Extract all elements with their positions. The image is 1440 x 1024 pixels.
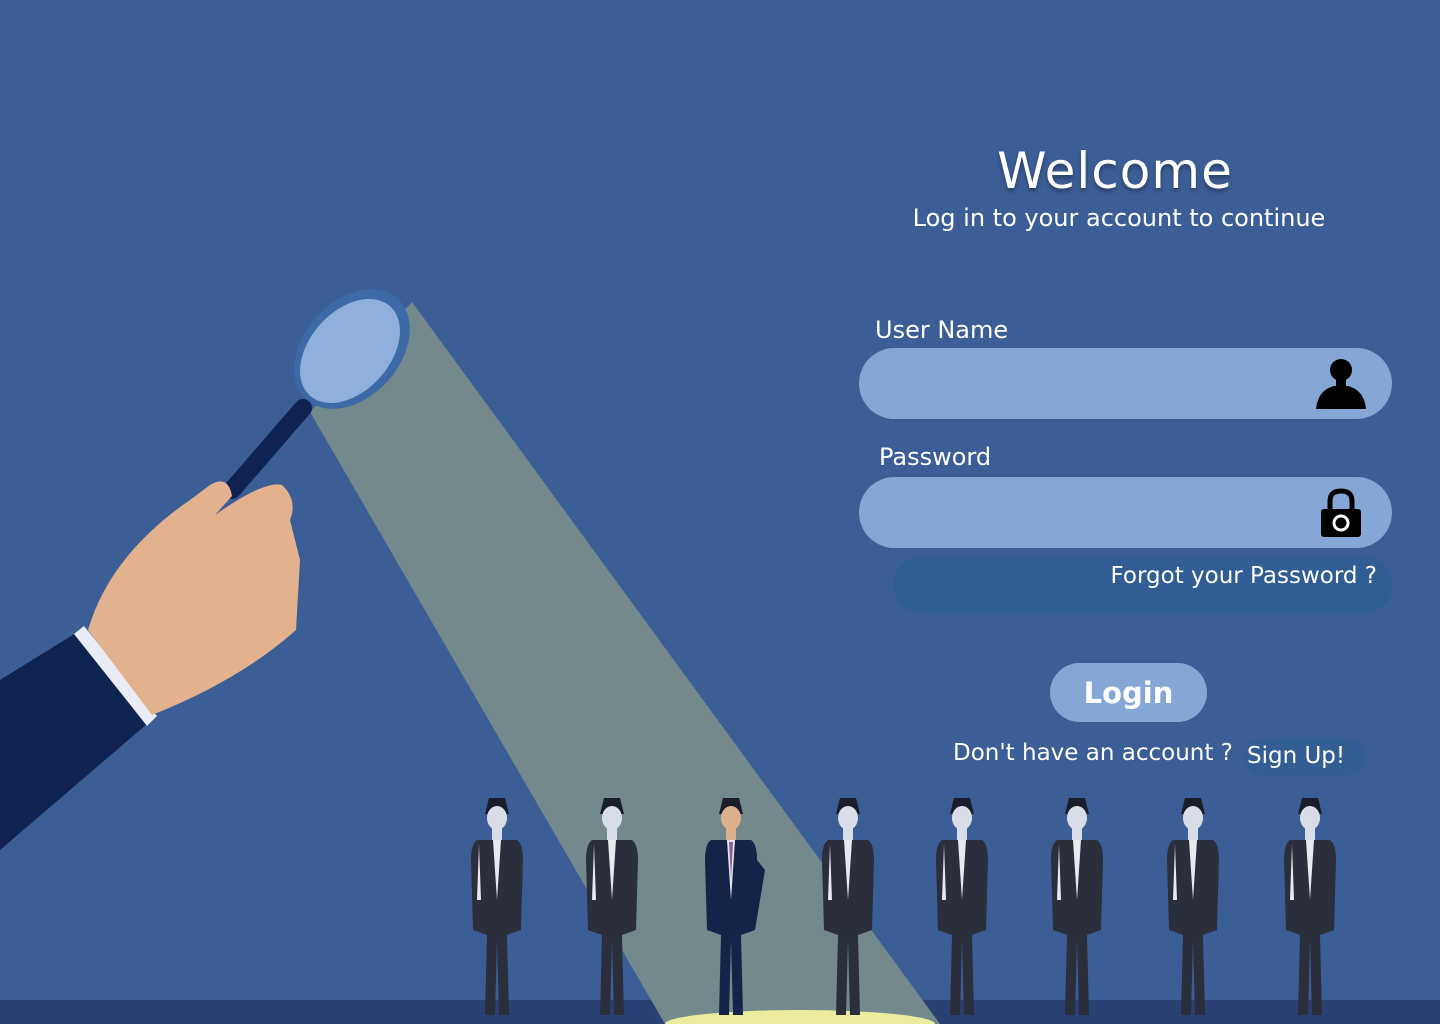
password-field-container: [859, 477, 1392, 550]
signup-prompt: Don't have an account ?: [953, 740, 1233, 766]
lock-icon: [1321, 488, 1361, 537]
password-label: Password: [879, 443, 992, 471]
password-input[interactable]: [887, 477, 1311, 550]
username-input[interactable]: [887, 348, 1311, 421]
user-icon: [1316, 359, 1366, 409]
page-subtitle: Log in to your account to continue: [912, 204, 1326, 232]
signup-link[interactable]: Sign Up!: [1245, 738, 1366, 776]
username-label: User Name: [875, 316, 1009, 344]
forgot-password-link[interactable]: Forgot your Password ?: [893, 557, 1393, 613]
page-title: Welcome: [997, 142, 1233, 200]
username-field-container: [859, 348, 1392, 421]
hand: [0, 481, 300, 850]
login-button[interactable]: Login: [1050, 663, 1207, 722]
